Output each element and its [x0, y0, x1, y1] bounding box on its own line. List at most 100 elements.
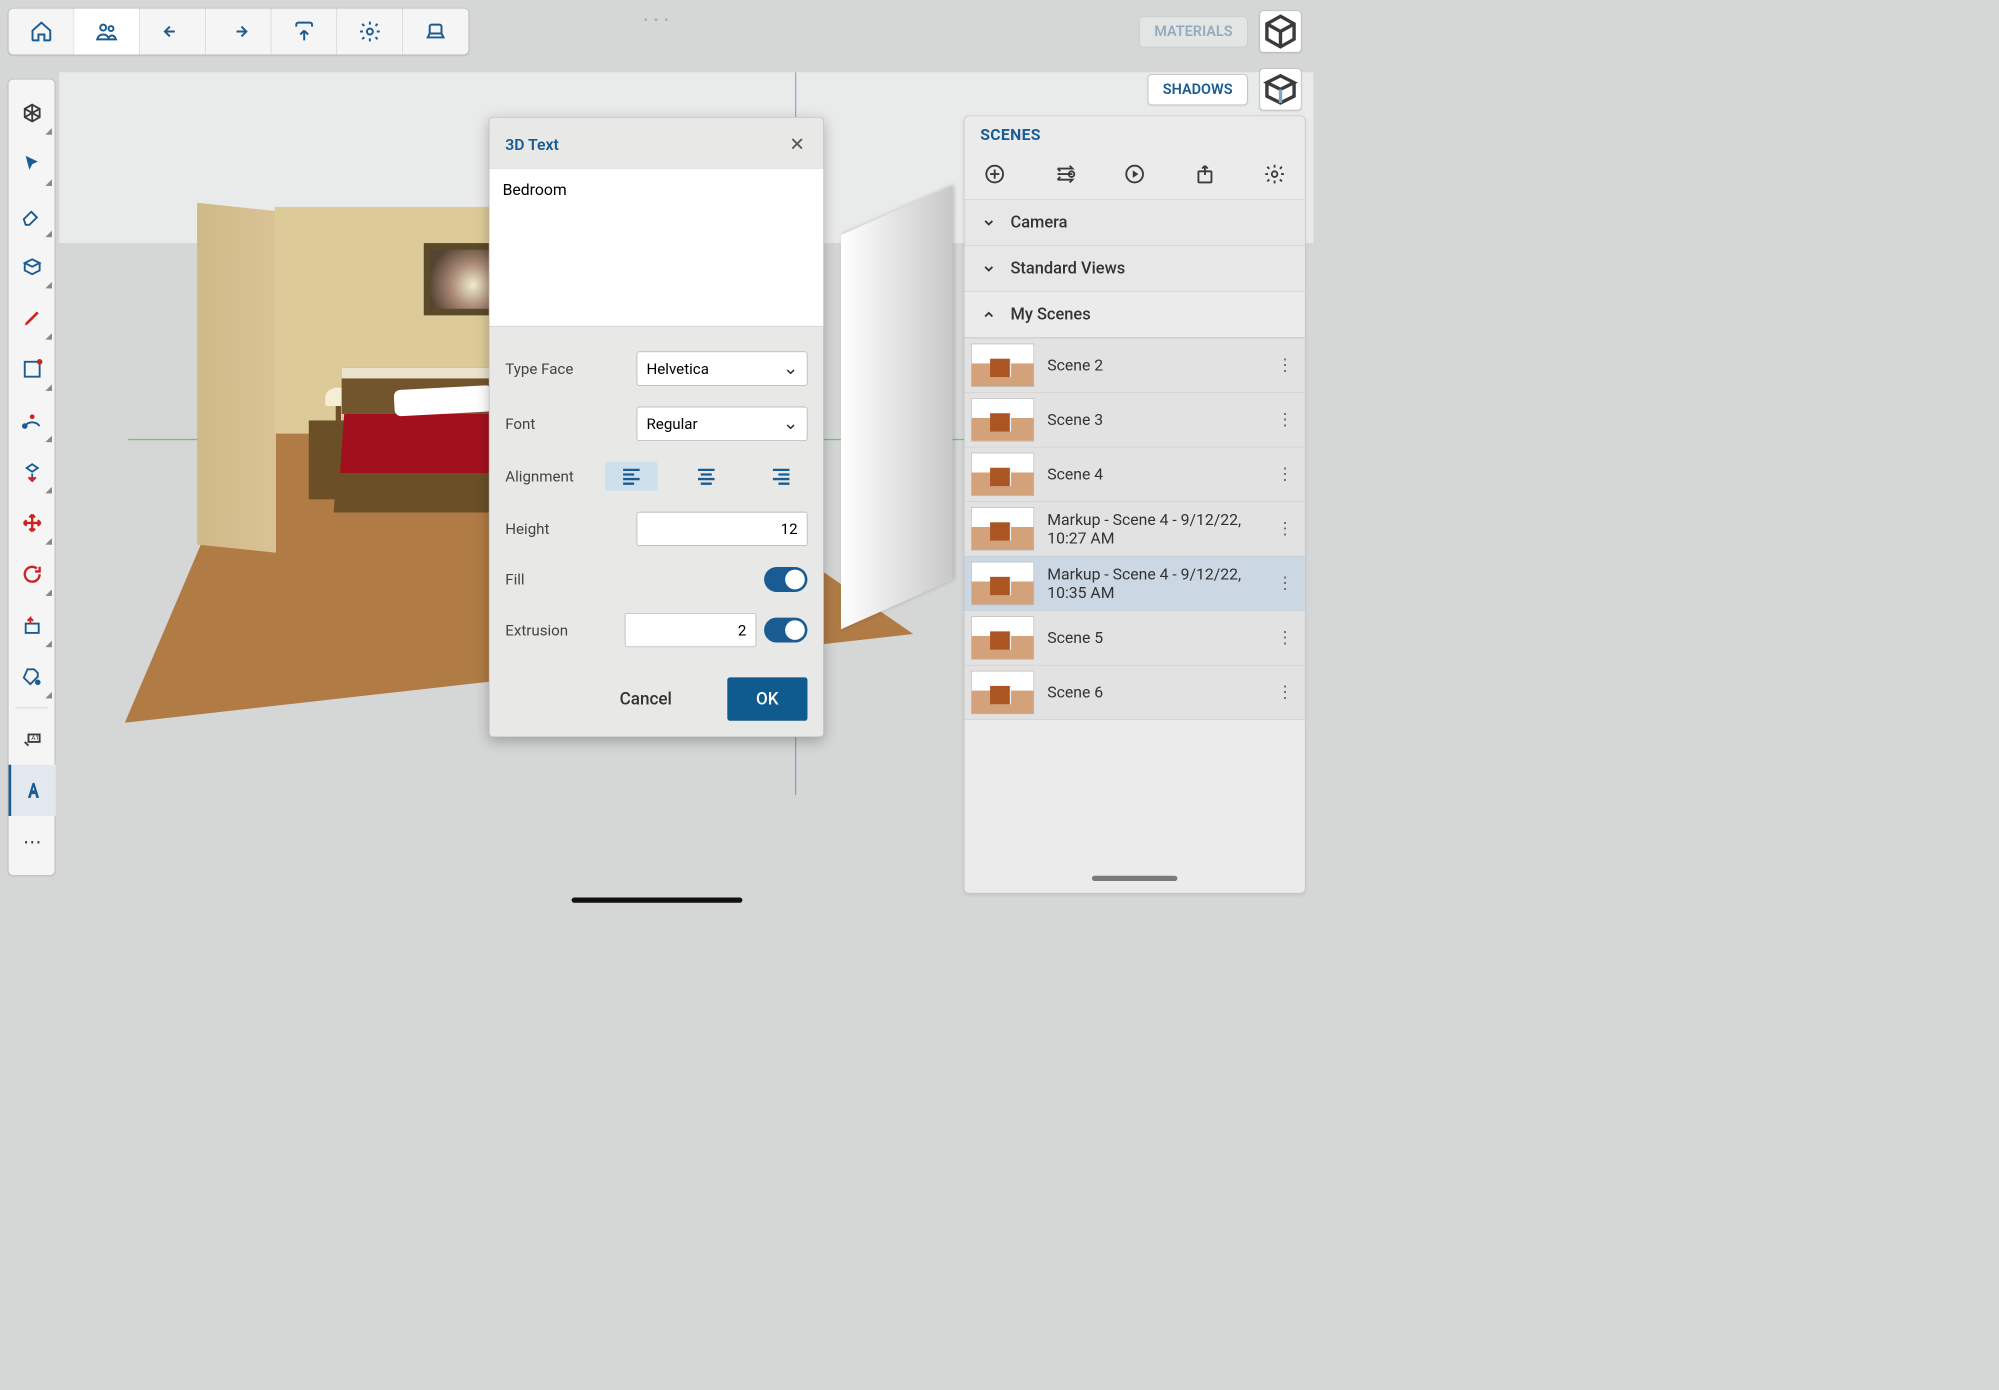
scene-list: Scene 2 ⋮ Scene 3 ⋮ Scene 4 ⋮ Markup - S… [964, 338, 1304, 720]
select-tool[interactable] [9, 139, 56, 190]
align-left-button[interactable] [605, 462, 658, 491]
scene-item[interactable]: Scene 2 ⋮ [964, 338, 1304, 393]
scene-more-icon[interactable]: ⋮ [1272, 464, 1298, 484]
dialog-title: 3D Text [505, 135, 559, 153]
typeface-label: Type Face [505, 360, 573, 378]
rotate-tool[interactable] [9, 549, 56, 600]
section-standard-label: Standard Views [1010, 259, 1125, 278]
scenes-panel-title: SCENES [980, 125, 1041, 143]
shadows-icon-button[interactable] [1259, 68, 1301, 110]
3dtext-tool[interactable] [9, 765, 56, 816]
scene-label: Markup - Scene 4 - 9/12/22, 10:35 AM [1047, 565, 1259, 602]
align-center-button[interactable] [680, 462, 733, 491]
import-button[interactable] [271, 9, 337, 55]
scene-thumbnail [971, 616, 1034, 659]
offset-tool[interactable] [9, 446, 56, 497]
height-input[interactable] [637, 512, 808, 546]
scene-item[interactable]: Scene 5 ⋮ [964, 611, 1304, 666]
share-scene-button[interactable] [1191, 161, 1217, 187]
move-tool[interactable] [9, 497, 56, 548]
scene-more-icon[interactable]: ⋮ [1272, 574, 1298, 594]
alignment-label: Alignment [505, 467, 574, 485]
chevron-down-icon [980, 214, 997, 231]
left-toolbar: A1 ⋯ [8, 79, 55, 876]
close-icon[interactable]: ✕ [787, 131, 808, 158]
scene-item[interactable]: Markup - Scene 4 - 9/12/22, 10:27 AM ⋮ [964, 502, 1304, 557]
line-tool[interactable] [9, 344, 56, 395]
pillow [394, 385, 494, 416]
scene-thumbnail [971, 671, 1034, 714]
play-scenes-button[interactable] [1121, 161, 1147, 187]
scene-thumbnail [971, 453, 1034, 496]
top-toolbar [8, 8, 469, 55]
ok-button[interactable]: OK [727, 677, 807, 720]
section-my-scenes[interactable]: My Scenes [964, 292, 1304, 338]
settings-button[interactable] [337, 9, 403, 55]
export-button[interactable] [403, 9, 469, 55]
3dtext-input[interactable]: Bedroom [489, 169, 823, 327]
scene-more-icon[interactable]: ⋮ [1272, 355, 1298, 375]
extrusion-label: Extrusion [505, 621, 568, 639]
scene-label: Scene 2 [1047, 356, 1259, 374]
align-right-button[interactable] [755, 462, 808, 491]
eraser-tool[interactable] [9, 190, 56, 241]
typeface-select[interactable]: Helvetica [637, 351, 808, 385]
update-scene-button[interactable] [1052, 161, 1078, 187]
more-tools[interactable]: ⋯ [9, 816, 56, 867]
undo-button[interactable] [140, 9, 206, 55]
cancel-button[interactable]: Cancel [591, 677, 701, 720]
shadows-chip[interactable]: SHADOWS [1148, 74, 1248, 105]
paint-tool[interactable] [9, 651, 56, 702]
svg-text:A1: A1 [31, 734, 39, 742]
section-standard-views[interactable]: Standard Views [964, 246, 1304, 292]
scene-item[interactable]: Scene 3 ⋮ [964, 393, 1304, 448]
panel-drag-bar[interactable] [1092, 876, 1177, 881]
people-button[interactable] [74, 9, 140, 55]
chevron-up-icon [980, 306, 997, 323]
materials-chip[interactable]: MATERIALS [1139, 16, 1248, 47]
extrusion-toggle[interactable] [764, 618, 807, 643]
orbit-tool[interactable] [9, 87, 56, 138]
section-myscenes-label: My Scenes [1010, 305, 1090, 324]
home-indicator [571, 897, 742, 902]
scene-more-icon[interactable]: ⋮ [1272, 683, 1298, 703]
scene-more-icon[interactable]: ⋮ [1272, 410, 1298, 430]
scene-thumbnail [971, 507, 1034, 550]
scene-label: Scene 3 [1047, 411, 1259, 429]
scene-thumbnail [971, 398, 1034, 441]
font-label: Font [505, 415, 535, 433]
scene-thumbnail [971, 344, 1034, 387]
section-camera-label: Camera [1010, 213, 1067, 232]
redo-button[interactable] [206, 9, 272, 55]
extrusion-input[interactable] [625, 613, 756, 647]
chevron-down-icon [980, 260, 997, 277]
pushpull-tool[interactable] [9, 600, 56, 651]
section-camera[interactable]: Camera [964, 200, 1304, 246]
scene-item[interactable]: Scene 6 ⋮ [964, 666, 1304, 721]
height-label: Height [505, 520, 549, 538]
right-floating-controls: MATERIALS SHADOWS [1139, 11, 1301, 111]
3d-text-dialog: 3D Text ✕ Bedroom Type Face Helvetica Fo… [489, 117, 824, 737]
shapes-tool[interactable] [9, 241, 56, 292]
dimension-tool[interactable]: A1 [9, 714, 56, 765]
pencil-tool[interactable] [9, 292, 56, 343]
arc-tool[interactable] [9, 395, 56, 446]
scene-item[interactable]: Markup - Scene 4 - 9/12/22, 10:35 AM ⋮ [964, 556, 1304, 611]
fill-label: Fill [505, 571, 524, 589]
scene-label: Scene 5 [1047, 629, 1259, 647]
scene-label: Scene 4 [1047, 465, 1259, 483]
scene-settings-button[interactable] [1261, 161, 1287, 187]
scene-thumbnail [971, 562, 1034, 605]
materials-icon-button[interactable] [1259, 11, 1301, 53]
fill-toggle[interactable] [764, 567, 807, 592]
drag-handle-dots-icon[interactable]: • • • [643, 12, 669, 28]
room-side-wall [841, 185, 953, 629]
home-button[interactable] [9, 9, 75, 55]
scene-more-icon[interactable]: ⋮ [1272, 519, 1298, 539]
add-scene-button[interactable] [982, 161, 1008, 187]
scene-more-icon[interactable]: ⋮ [1272, 628, 1298, 648]
scene-label: Scene 6 [1047, 683, 1259, 701]
scene-item[interactable]: Scene 4 ⋮ [964, 447, 1304, 502]
scenes-panel: SCENES Camera Standard Views My Scenes S… [964, 116, 1306, 894]
font-select[interactable]: Regular [637, 407, 808, 441]
